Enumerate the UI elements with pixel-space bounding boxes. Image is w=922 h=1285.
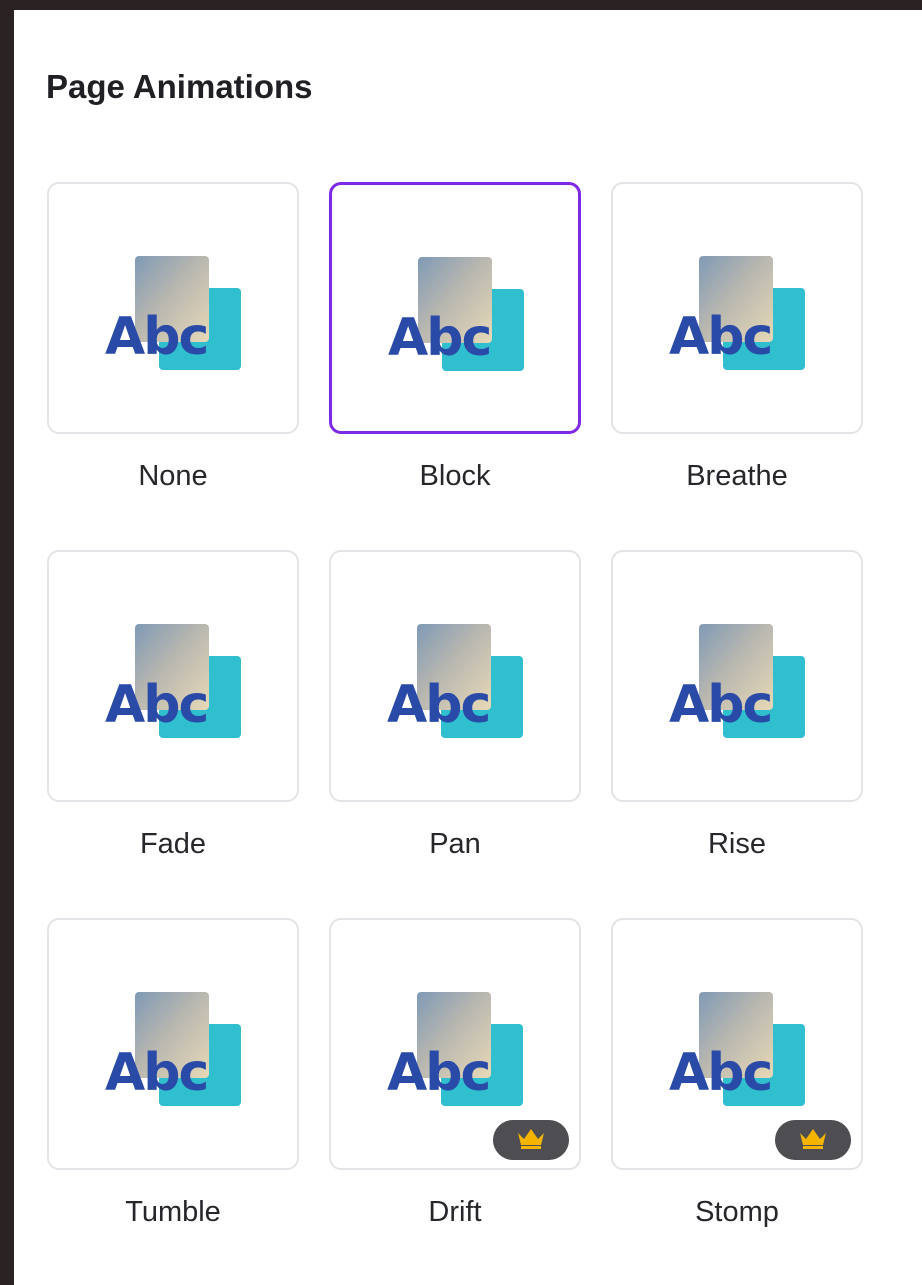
abc-thumbnail-graphic: Abc [669, 256, 805, 370]
animation-preview-thumbnail: Abc [387, 624, 527, 749]
svg-text:Abc: Abc [669, 1043, 771, 1103]
abc-thumbnail-graphic: Abc [387, 624, 523, 738]
animation-preview-thumbnail: Abc [669, 256, 809, 381]
animation-option-drift[interactable]: Abc Drift [329, 918, 585, 1228]
animation-label: None [138, 460, 208, 492]
animation-preview-thumbnail: Abc [669, 624, 809, 749]
animation-label: Block [419, 460, 491, 492]
animation-option-stomp[interactable]: Abc Stomp [611, 918, 867, 1228]
abc-thumbnail-graphic: Abc [105, 256, 241, 370]
panel-title: Page Animations [46, 68, 313, 105]
animation-card[interactable]: Abc [329, 918, 581, 1170]
animation-preview-thumbnail: Abc [388, 257, 528, 382]
animation-label: Breathe [686, 460, 788, 492]
premium-badge [493, 1120, 569, 1160]
svg-text:Abc: Abc [105, 675, 207, 735]
svg-text:Abc: Abc [105, 1043, 207, 1103]
premium-badge [775, 1120, 851, 1160]
animation-card[interactable]: Abc [329, 182, 581, 434]
svg-text:Abc: Abc [388, 308, 490, 368]
svg-text:Abc: Abc [387, 675, 489, 735]
animations-panel: Page Animations Abc None Abc Block Abc B… [14, 10, 922, 1285]
animation-card[interactable]: Abc [47, 550, 299, 802]
animation-option-fade[interactable]: Abc Fade [47, 550, 303, 860]
animation-option-pan[interactable]: Abc Pan [329, 550, 585, 860]
animation-card[interactable]: Abc [47, 182, 299, 434]
abc-thumbnail-graphic: Abc [387, 992, 523, 1106]
svg-text:Abc: Abc [387, 1043, 489, 1103]
animation-option-rise[interactable]: Abc Rise [611, 550, 867, 860]
animation-preview-thumbnail: Abc [105, 624, 245, 749]
animation-label: Tumble [125, 1196, 221, 1228]
animation-label: Stomp [695, 1196, 779, 1228]
animation-option-breathe[interactable]: Abc Breathe [611, 182, 867, 492]
animation-preview-thumbnail: Abc [387, 992, 527, 1117]
abc-thumbnail-graphic: Abc [669, 624, 805, 738]
animation-card[interactable]: Abc [329, 550, 581, 802]
animation-card[interactable]: Abc [47, 918, 299, 1170]
animation-card[interactable]: Abc [611, 550, 863, 802]
crown-icon [516, 1127, 546, 1154]
animation-preview-thumbnail: Abc [669, 992, 809, 1117]
svg-text:Abc: Abc [669, 307, 771, 367]
animation-preview-thumbnail: Abc [105, 256, 245, 381]
animation-label: Fade [139, 828, 207, 860]
animation-card[interactable]: Abc [611, 918, 863, 1170]
svg-text:Abc: Abc [105, 307, 207, 367]
animation-card[interactable]: Abc [611, 182, 863, 434]
animation-option-block[interactable]: Abc Block [329, 182, 585, 492]
animation-label: Rise [707, 828, 766, 860]
abc-thumbnail-graphic: Abc [388, 257, 524, 371]
abc-thumbnail-graphic: Abc [105, 624, 241, 738]
animation-option-tumble[interactable]: Abc Tumble [47, 918, 303, 1228]
animation-label: Pan [429, 828, 481, 860]
svg-text:Abc: Abc [669, 675, 771, 735]
animation-preview-thumbnail: Abc [105, 992, 245, 1117]
crown-icon [798, 1127, 828, 1154]
animation-label: Drift [428, 1196, 482, 1228]
abc-thumbnail-graphic: Abc [105, 992, 241, 1106]
abc-thumbnail-graphic: Abc [669, 992, 805, 1106]
animation-option-none[interactable]: Abc None [47, 182, 303, 492]
